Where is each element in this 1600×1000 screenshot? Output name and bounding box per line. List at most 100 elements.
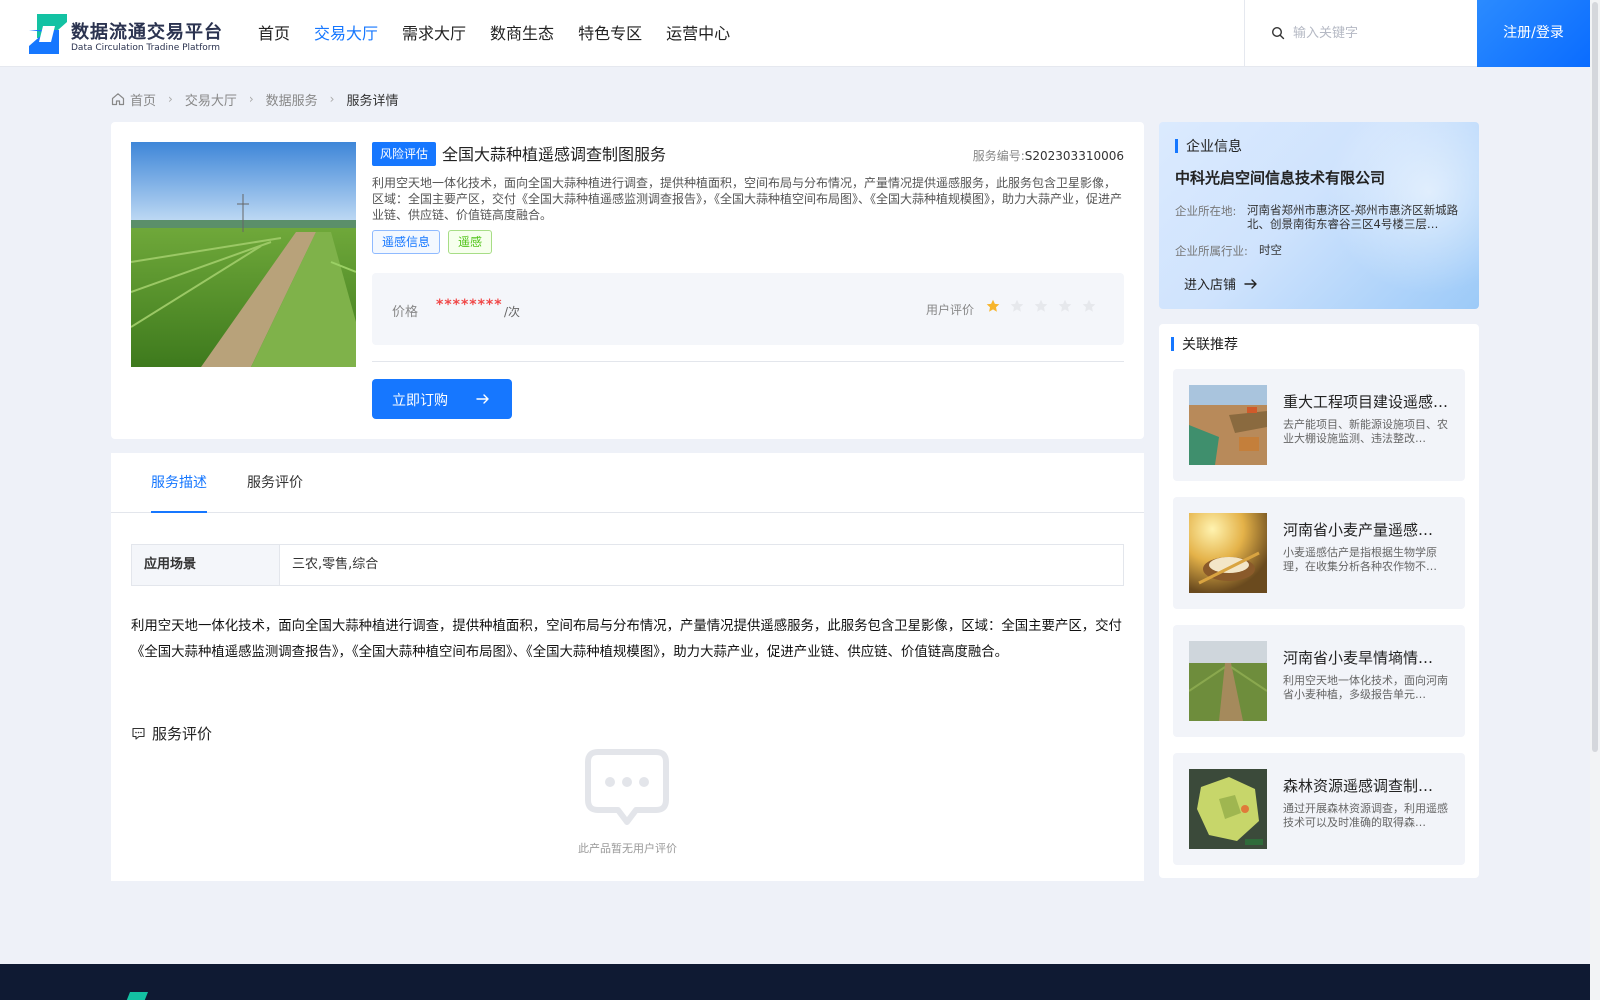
nav-ecosystem[interactable]: 数商生态	[490, 0, 554, 67]
forest-map-image	[1189, 769, 1267, 849]
construction-site-image	[1189, 385, 1267, 465]
footer-logo-icon	[126, 992, 148, 1000]
price-value: ********	[436, 297, 503, 313]
review-section-title: 服务评价	[152, 724, 213, 743]
company-location-value: 河南省郑州市惠济区-郑州市惠济区新城路北、创景南街东睿谷三区4号楼三层…	[1247, 203, 1459, 231]
recommend-desc: 去产能项目、新能源设施项目、农业大棚设施监测、违法整改…	[1283, 418, 1448, 445]
recommend-desc: 通过开展森林资源调查，利用遥感技术可以及时准确的取得森…	[1283, 802, 1448, 829]
arrow-right-icon	[476, 394, 489, 404]
recommend-desc: 小麦遥感估产是指根据生物学原理，在收集分析各种农作物不…	[1283, 546, 1437, 573]
empty-comment-icon	[585, 749, 669, 825]
recommend-image	[1189, 385, 1267, 465]
comment-icon	[132, 727, 145, 740]
company-info-card: 企业信息 中科光启空间信息技术有限公司 企业所在地: 河南省郑州市惠济区-郑州市…	[1159, 122, 1479, 309]
wheat-grain-image	[1189, 513, 1267, 593]
company-section-title: 企业信息	[1186, 139, 1242, 155]
empty-review-text: 此产品暂无用户评价	[578, 842, 677, 855]
service-number-label: 服务编号:	[972, 149, 1025, 163]
company-industry-label: 企业所属行业:	[1175, 244, 1248, 258]
application-scene-table: 应用场景 三农,零售,综合	[131, 544, 1124, 586]
service-detail-card: 服务描述 服务评价 应用场景 三农,零售,综合 利用空天地一体化技术，面向全国大…	[111, 453, 1144, 881]
top-header: 数据流通交易平台 Data Circulation Tradine Platfo…	[0, 0, 1590, 67]
recommend-title: 河南省小麦旱情墒情…	[1283, 649, 1434, 667]
service-number-value: S202303310006	[1024, 149, 1124, 163]
farmland-image	[131, 142, 356, 367]
product-description: 利用空天地一体化技术，面向全国大蒜种植进行调查，提供种植面积，空间布局与分布情况…	[372, 176, 1123, 222]
product-title: 全国大蒜种植遥感调查制图服务	[442, 145, 667, 164]
tag-remote-sensing[interactable]: 遥感	[448, 230, 493, 254]
recommend-item[interactable]: 重大工程项目建设遥感… 去产能项目、新能源设施项目、农业大棚设施监测、违法整改…	[1173, 369, 1465, 481]
chevron-right-icon: ›	[329, 92, 335, 106]
nav-operations[interactable]: 运营中心	[666, 0, 730, 67]
product-image	[131, 142, 356, 367]
nav-special-zone[interactable]: 特色专区	[578, 0, 642, 67]
recommend-item[interactable]: 森林资源遥感调查制… 通过开展森林资源调查，利用遥感技术可以及时准确的取得森…	[1173, 753, 1465, 865]
enter-shop-label: 进入店铺	[1184, 278, 1237, 293]
company-section-header: 企业信息	[1175, 136, 1242, 156]
user-rating-label: 用户评价	[926, 303, 975, 317]
buy-now-label: 立即订购	[392, 393, 448, 409]
nav-demand-hall[interactable]: 需求大厅	[402, 0, 466, 67]
recommend-title: 森林资源遥感调查制…	[1283, 777, 1434, 795]
service-number: 服务编号:S202303310006	[973, 147, 1124, 164]
product-summary-card: 风险评估 全国大蒜种植遥感调查制图服务 服务编号:S202303310006 利…	[111, 122, 1144, 439]
divider	[372, 361, 1124, 362]
star-icon	[986, 299, 1000, 312]
enter-shop-link[interactable]: 进入店铺	[1184, 274, 1258, 293]
user-rating-stars	[986, 299, 1106, 313]
star-icon	[1034, 299, 1048, 312]
page-scrollbar-thumb[interactable]	[1592, 2, 1598, 752]
scene-value: 三农,零售,综合	[292, 557, 379, 572]
company-location-label: 企业所在地:	[1175, 204, 1237, 218]
search-box	[1244, 0, 1477, 67]
price-panel: 价格 ******** /次 用户评价	[372, 273, 1124, 345]
star-icon	[1058, 299, 1072, 312]
breadcrumb-trading-hall[interactable]: 交易大厅	[185, 90, 237, 109]
nav-home[interactable]: 首页	[258, 0, 290, 67]
chevron-right-icon: ›	[248, 92, 254, 106]
review-section-header: 服务评价	[131, 722, 212, 744]
star-icon	[1010, 299, 1024, 312]
tab-service-review[interactable]: 服务评价	[247, 453, 303, 513]
recommend-title: 重大工程项目建设遥感…	[1283, 393, 1449, 411]
logo-subtitle: Data Circulation Tradine Platform	[71, 43, 221, 53]
section-accent-bar	[1171, 337, 1174, 351]
recommend-section-title: 关联推荐	[1182, 337, 1238, 353]
star-icon	[1082, 299, 1096, 312]
price-unit: /次	[504, 305, 521, 319]
company-name: 中科光启空间信息技术有限公司	[1175, 169, 1386, 187]
product-tags: 遥感信息 遥感	[372, 230, 500, 254]
section-accent-bar	[1175, 139, 1178, 153]
recommend-item[interactable]: 河南省小麦旱情墒情… 利用空天地一体化技术，面向河南省小麦种植，多级报告单元…	[1173, 625, 1465, 737]
main-nav: 首页 交易大厅 需求大厅 数商生态 特色专区 运营中心	[258, 0, 754, 67]
tab-service-description[interactable]: 服务描述	[151, 453, 207, 513]
platform-logo[interactable]: 数据流通交易平台 Data Circulation Tradine Platfo…	[29, 14, 229, 54]
login-register-button[interactable]: 注册/登录	[1477, 0, 1590, 67]
breadcrumb: 首页 › 交易大厅 › 数据服务 › 服务详情	[111, 89, 399, 109]
logo-title: 数据流通交易平台	[71, 22, 223, 43]
price-label: 价格	[392, 305, 419, 320]
company-industry-value: 时空	[1259, 243, 1282, 257]
recommend-desc: 利用空天地一体化技术，面向河南省小麦种植，多级报告单元…	[1283, 674, 1448, 701]
breadcrumb-current: 服务详情	[346, 93, 399, 109]
scene-key: 应用场景	[132, 545, 280, 585]
recommend-title: 河南省小麦产量遥感…	[1283, 521, 1434, 539]
recommend-image	[1189, 513, 1267, 593]
recommend-section-header: 关联推荐	[1171, 334, 1238, 354]
chevron-right-icon: ›	[168, 92, 173, 106]
company-location-row: 企业所在地: 河南省郑州市惠济区-郑州市惠济区新城路北、创景南街东睿谷三区4号楼…	[1175, 203, 1459, 231]
buy-now-button[interactable]: 立即订购	[372, 379, 512, 419]
wheat-field-image	[1189, 641, 1267, 721]
breadcrumb-home[interactable]: 首页	[130, 90, 156, 109]
breadcrumb-data-service[interactable]: 数据服务	[266, 90, 318, 109]
page-footer	[0, 964, 1590, 1000]
arrow-right-icon	[1244, 278, 1257, 289]
nav-trading-hall[interactable]: 交易大厅	[314, 0, 378, 67]
related-recommend-card: 关联推荐 重大工程项目建设遥感… 去产能项目、新能源设施项目、农业大棚设施监测、…	[1159, 324, 1479, 878]
home-icon[interactable]	[111, 92, 125, 106]
search-icon[interactable]	[1271, 26, 1285, 40]
tag-remote-sensing-info[interactable]: 遥感信息	[372, 230, 441, 254]
recommend-item[interactable]: 河南省小麦产量遥感… 小麦遥感估产是指根据生物学原理，在收集分析各种农作物不…	[1173, 497, 1465, 609]
search-input[interactable]	[1293, 20, 1463, 46]
risk-assessment-tag: 风险评估	[372, 142, 437, 166]
